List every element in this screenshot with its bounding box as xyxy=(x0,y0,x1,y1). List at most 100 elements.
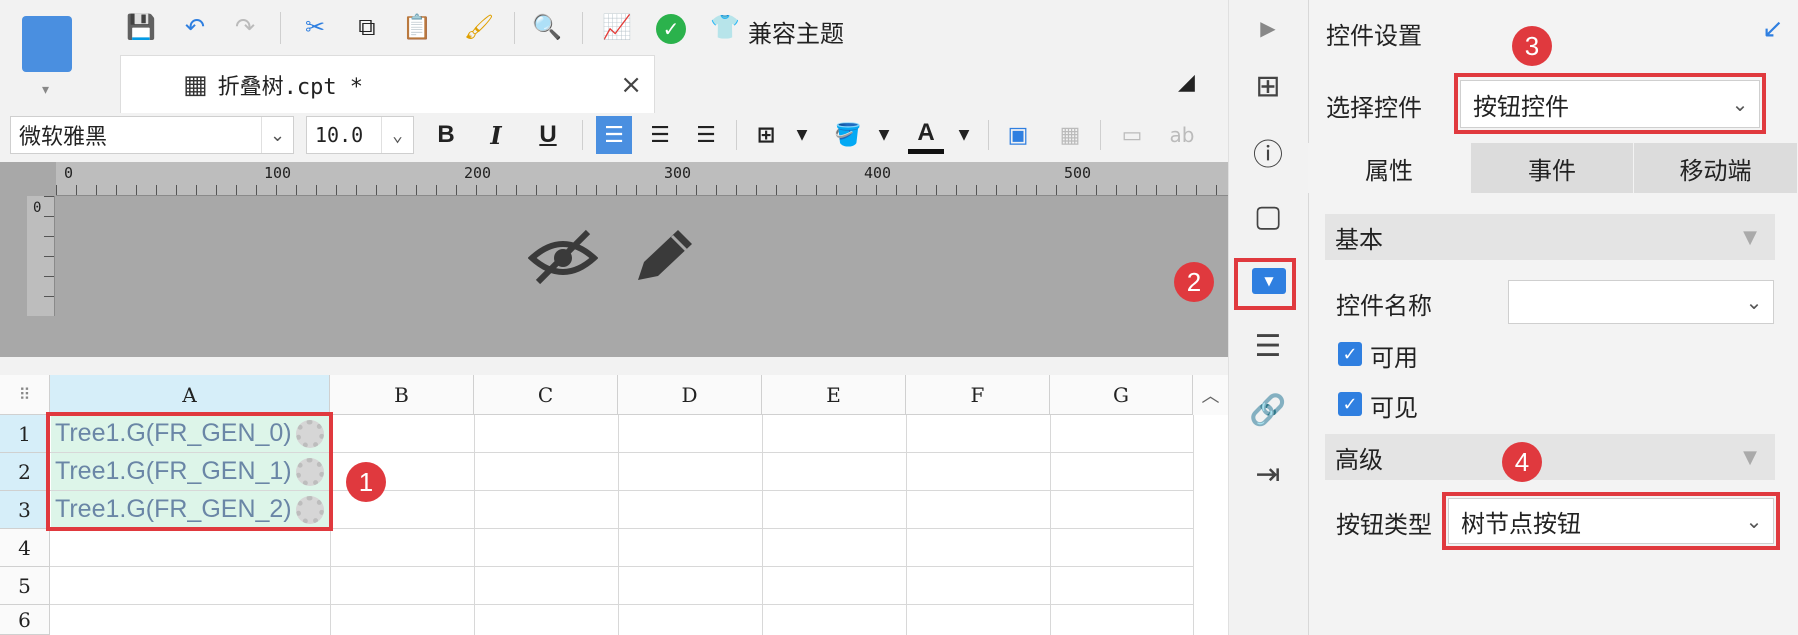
chevron-down-icon[interactable]: ▼ xyxy=(784,116,820,154)
select-all-corner[interactable]: ⠿ xyxy=(0,375,50,415)
ruler-tick-label: 100 xyxy=(264,164,292,182)
import-icon[interactable]: ⇥ xyxy=(1248,454,1288,494)
scroll-up-icon[interactable]: ︿ xyxy=(1193,375,1228,415)
section-advanced-label: 高级 xyxy=(1335,445,1383,474)
chevron-down-icon: ⌄ xyxy=(381,117,413,153)
bold-button[interactable]: B xyxy=(428,116,464,154)
hyperlink-icon[interactable]: 🔗 xyxy=(1248,390,1288,430)
step-badge-1: 1 xyxy=(346,462,386,502)
text-search-icon[interactable]: 🔍 xyxy=(530,10,564,44)
visible-label: 可见 xyxy=(1370,394,1418,422)
save-icon[interactable]: 💾 xyxy=(124,10,158,44)
font-family-value: 微软雅黑 xyxy=(19,125,108,150)
font-size-value: 10.0 xyxy=(315,123,364,147)
ab-button[interactable]: ab xyxy=(1164,116,1200,154)
row-header-6[interactable]: 6 xyxy=(0,605,50,635)
chevron-down-icon: ⌄ xyxy=(261,117,293,153)
column-header-d[interactable]: D xyxy=(618,375,762,415)
step-badge-3: 3 xyxy=(1512,26,1552,66)
cell-attribute-icon[interactable]: ⊞ xyxy=(1248,66,1288,106)
row-header-4[interactable]: 4 xyxy=(0,529,50,567)
column-header-c[interactable]: C xyxy=(474,375,618,415)
app-logo-icon[interactable] xyxy=(22,16,72,72)
theme-icon[interactable]: 👕 xyxy=(708,10,742,44)
highlight-box-button-type xyxy=(1442,492,1780,550)
ruler-tick-label: 200 xyxy=(464,164,492,182)
enabled-checkbox[interactable]: ✓ xyxy=(1338,342,1362,366)
pencil-icon[interactable] xyxy=(628,224,698,288)
align-center-button[interactable]: ☰ xyxy=(642,116,678,154)
condition-icon[interactable]: ☰ xyxy=(1248,326,1288,366)
format-brush-icon[interactable]: 🖌 xyxy=(462,10,496,44)
visible-checkbox[interactable]: ✓ xyxy=(1338,392,1362,416)
frame-icon[interactable]: ▢ xyxy=(1248,196,1288,236)
section-basic[interactable]: 基本 ▼ xyxy=(1325,214,1775,260)
cell-info-icon[interactable]: ⓘ xyxy=(1248,132,1288,173)
field-icon[interactable]: ▭ xyxy=(1114,116,1150,154)
align-right-button[interactable]: ☰ xyxy=(688,116,724,154)
collapse-arrow-icon[interactable]: ▶ xyxy=(1248,8,1288,48)
cut-icon[interactable]: ✂ xyxy=(298,10,332,44)
column-header-a[interactable]: A xyxy=(50,375,330,415)
ruler-tick-label: 0 xyxy=(64,164,74,182)
enabled-label: 可用 xyxy=(1370,344,1418,372)
tab-file-label: 折叠树.cpt * xyxy=(217,74,364,100)
row-header-1[interactable]: 1 xyxy=(0,415,50,453)
ruler-top: 0 100 200 300 400 500 xyxy=(56,162,1228,196)
ruler-tick-label: 400 xyxy=(864,164,892,182)
font-family-select[interactable]: 微软雅黑 ⌄ xyxy=(10,116,294,154)
column-header-e[interactable]: E xyxy=(762,375,906,415)
fill-color-icon[interactable]: 🪣 xyxy=(830,116,866,154)
insert-image-icon[interactable]: ▣ xyxy=(1000,116,1036,154)
ruler-tick-label: 300 xyxy=(664,164,692,182)
undo-icon[interactable]: ↶ xyxy=(178,10,212,44)
redo-icon[interactable]: ↷ xyxy=(228,10,262,44)
chart-search-icon[interactable]: 📈 xyxy=(600,10,634,44)
text-color-button[interactable]: A xyxy=(908,116,944,154)
ruler-tick-label: 0 xyxy=(33,200,42,216)
ruler-tick-label: 500 xyxy=(1064,164,1092,182)
row-header-2[interactable]: 2 xyxy=(0,453,50,491)
column-header-b[interactable]: B xyxy=(330,375,474,415)
logo-dropdown-icon[interactable]: ▾ xyxy=(42,82,49,98)
check-icon[interactable]: ✓ xyxy=(656,14,686,44)
button-type-label: 按钮类型 xyxy=(1336,511,1432,539)
align-left-button[interactable]: ☰ xyxy=(596,116,632,154)
tab-menu-icon[interactable]: ◢ xyxy=(1178,70,1195,95)
panel-title: 控件设置 xyxy=(1326,22,1422,50)
step-badge-4: 4 xyxy=(1502,442,1542,482)
widget-name-label: 控件名称 xyxy=(1336,292,1432,320)
italic-button[interactable]: I xyxy=(478,116,514,154)
file-icon: ▦ xyxy=(183,69,208,100)
column-header-g[interactable]: G xyxy=(1050,375,1193,415)
section-advanced[interactable]: 高级 ▼ xyxy=(1325,434,1775,480)
chevron-down-icon[interactable]: ▼ xyxy=(946,116,982,154)
tab-events[interactable]: 事件 xyxy=(1471,143,1634,193)
underline-button[interactable]: U xyxy=(530,116,566,154)
highlight-box-widget-icon xyxy=(1234,258,1296,310)
border-icon[interactable]: ⊞ xyxy=(748,116,784,154)
tab-mobile[interactable]: 移动端 xyxy=(1634,143,1798,193)
paste-icon[interactable]: 📋 xyxy=(400,10,434,44)
chevron-down-icon: ⌄ xyxy=(1745,290,1763,314)
table-icon[interactable]: ▦ xyxy=(1052,116,1088,154)
pin-icon[interactable]: ↙ xyxy=(1762,14,1784,44)
chevron-down-icon[interactable]: ▼ xyxy=(866,116,902,154)
copy-icon[interactable]: ⧉ xyxy=(350,10,384,44)
compat-theme-label[interactable]: 兼容主题 xyxy=(748,14,844,49)
ruler-left: 0 xyxy=(27,196,55,316)
close-tab-icon[interactable]: × xyxy=(620,70,642,100)
tab-file[interactable]: ▦ 折叠树.cpt * × xyxy=(120,55,655,113)
highlight-box-cells xyxy=(46,412,333,531)
widget-name-field[interactable]: ⌄ xyxy=(1508,280,1774,324)
tab-properties[interactable]: 属性 xyxy=(1308,143,1471,193)
chevron-down-icon: ▼ xyxy=(1743,446,1757,468)
hidden-eye-icon[interactable] xyxy=(528,226,598,286)
section-basic-label: 基本 xyxy=(1335,225,1383,254)
highlight-box-select xyxy=(1454,73,1766,134)
row-header-3[interactable]: 3 xyxy=(0,491,50,529)
column-header-f[interactable]: F xyxy=(906,375,1050,415)
font-size-select[interactable]: 10.0 ⌄ xyxy=(306,116,414,154)
step-badge-2: 2 xyxy=(1174,262,1214,302)
row-header-5[interactable]: 5 xyxy=(0,567,50,605)
